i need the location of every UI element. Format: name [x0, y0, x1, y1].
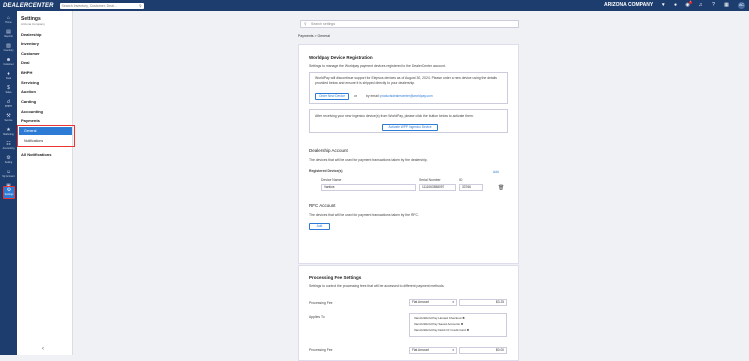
nav-bhph[interactable]: BHPH — [21, 70, 32, 75]
processing-desc: Settings to control the processing fees … — [309, 284, 445, 288]
fee-type-value-2: Flat Amount — [412, 348, 430, 352]
fee-type-value: Flat Amount — [412, 300, 430, 304]
fee-type-select[interactable]: Flat Amount ▾ — [409, 299, 457, 306]
rail-inventory[interactable]: ▧ Inventory — [0, 43, 17, 56]
main-content: ⚲ Search settings Payments > General Wor… — [73, 11, 749, 361]
nav-payments[interactable]: Payments — [21, 118, 40, 123]
logo: DEALERCENTER — [3, 2, 54, 9]
worldpay-card: Worldpay Device Registration Settings to… — [298, 44, 519, 264]
order-email-link[interactable]: productsdealercenter@worldpay.com — [380, 94, 433, 98]
rail-marketing[interactable]: ★ Marketing — [0, 127, 17, 140]
fee-amount-field-2[interactable]: $0.00 — [459, 347, 507, 354]
chevron-down-icon: ▾ — [662, 2, 665, 8]
rail-my-account[interactable]: ☺ My Account — [0, 169, 17, 182]
settings-nav: Settings Arizona Company Dealership Inve… — [17, 11, 73, 355]
nav-deal[interactable]: Deal — [21, 60, 29, 65]
activate-device-button[interactable]: Activate WPP Ingenico Device — [382, 124, 438, 131]
applies-to-multiselect[interactable]: Vamtiv/World Pay Hosted Checkout ✖ Vamti… — [409, 313, 507, 337]
remove-tag-icon[interactable]: ✖ — [467, 328, 470, 332]
global-search-input[interactable]: Search Inventory, Customer, Deal... ⚲ — [59, 2, 144, 9]
settings-search-placeholder: Search settings — [311, 22, 336, 26]
rail-reports[interactable]: ▤ Reports — [0, 29, 17, 42]
rail-settings[interactable]: ⚙ Settings — [3, 186, 15, 199]
notification-badge: 3 — [689, 1, 692, 4]
device-id-field[interactable]: 33766 — [459, 184, 483, 191]
chevron-down-icon: ▾ — [452, 348, 454, 352]
nav-auction[interactable]: Auction — [21, 89, 36, 94]
applies-tag[interactable]: Vamtiv/World Pay Saved Accounts ✖ — [414, 322, 504, 327]
add-rfc-device-button[interactable]: Add — [309, 223, 330, 230]
dealership-account-desc: The devices that will be used for paymen… — [309, 158, 428, 162]
remove-tag-icon[interactable]: ✖ — [462, 316, 465, 320]
rail-accounting[interactable]: ☷ Accounting — [0, 141, 17, 154]
applies-tag[interactable]: Vamtiv/World Pay Debit Or Credit Card ✖ — [414, 328, 504, 333]
rfc-account-title: RFC Account — [309, 203, 336, 208]
device-name-field[interactable]: Vantiva — [321, 184, 416, 191]
order-new-device-button[interactable]: Order New Device — [315, 93, 349, 100]
rail-sales[interactable]: $ Sales — [0, 85, 17, 98]
rail-setting[interactable]: ⚙ Setting — [0, 155, 17, 168]
fee-type-select-2[interactable]: Flat Amount ▾ — [409, 347, 457, 354]
help-icon[interactable]: ? — [710, 2, 717, 9]
bell-icon[interactable]: ♫ — [697, 2, 704, 9]
grid-icon[interactable]: ▦ — [723, 2, 730, 9]
settings-subtitle: Arizona Company — [21, 22, 45, 26]
col-serial-number: Serial Number — [419, 178, 441, 182]
payments-subnav: General Notifications — [17, 125, 75, 147]
remove-tag-icon[interactable]: ✖ — [461, 322, 464, 326]
processing-fee-card: Processing Fee Settings Settings to cont… — [298, 265, 519, 361]
rail-deal[interactable]: ♦ Deal — [0, 71, 17, 84]
search-icon: ⚲ — [304, 22, 307, 26]
col-id: ID — [459, 178, 463, 182]
delete-device-icon[interactable]: 🗑 — [498, 185, 504, 191]
company-selector[interactable]: ARIZONA COMPANY — [604, 0, 653, 11]
activate-device-box: After receiving your new ingenico device… — [309, 109, 508, 133]
processing-title: Processing Fee Settings — [309, 275, 362, 280]
settings-search-input[interactable]: ⚲ Search settings — [300, 20, 519, 28]
by-email-label: by email: — [366, 94, 380, 98]
add-dealership-device-link[interactable]: Add — [493, 170, 499, 174]
nav-all-notifications[interactable]: All Notifications — [21, 152, 51, 157]
registered-devices-label: Registered Device(s) — [309, 169, 343, 173]
rail-service[interactable]: ⚒ Service — [0, 113, 17, 126]
discontinue-notice: WorldPay will discontinue support for El… — [315, 76, 498, 85]
nav-inventory[interactable]: Inventory — [21, 41, 39, 46]
nav-dealership[interactable]: Dealership — [21, 32, 41, 37]
worldpay-title: Worldpay Device Registration — [309, 55, 373, 60]
dealership-account-title: Dealership Account — [309, 148, 348, 153]
col-device-name: Device Name — [321, 178, 342, 182]
rail-customer[interactable]: ☻ Customer — [0, 57, 17, 70]
global-search-placeholder: Search Inventory, Customer, Deal... — [61, 3, 117, 8]
avatar[interactable]: AC — [738, 2, 745, 9]
rail-bhph[interactable]: ☌ BHPH — [0, 99, 17, 112]
nav-customer[interactable]: Customer — [21, 51, 40, 56]
fee-amount-field[interactable]: $3.25 — [459, 299, 507, 306]
rfc-account-desc: The devices that will be used for paymen… — [309, 213, 419, 217]
applies-tag[interactable]: Vamtiv/World Pay Hosted Checkout ✖ — [414, 316, 504, 321]
subnav-notifications[interactable]: Notifications — [19, 137, 72, 145]
processing-fee-label-2: Processing Fee — [309, 348, 333, 352]
chevron-down-icon: ▾ — [452, 300, 454, 304]
serial-number-field[interactable]: 1111063558097 — [419, 184, 456, 191]
or-label: or — [354, 94, 358, 98]
applies-to-label: Applies To — [309, 315, 325, 319]
nav-accounting[interactable]: Accounting — [21, 109, 43, 114]
subnav-general[interactable]: General — [19, 127, 72, 135]
nav-servicing[interactable]: Servicing — [21, 80, 39, 85]
activate-text: After receiving your new ingenico device… — [315, 114, 474, 118]
processing-fee-label: Processing Fee — [309, 301, 333, 305]
breadcrumb: Payments > General — [298, 34, 331, 38]
collapse-sidebar-icon[interactable]: ‹ — [42, 346, 44, 352]
nav-carding[interactable]: Carding — [21, 99, 36, 104]
car-icon[interactable]: ● — [672, 2, 679, 9]
order-device-box: WorldPay will discontinue support for El… — [309, 72, 508, 104]
notification-bell-icon[interactable]: ◉ 3 — [684, 1, 692, 9]
search-icon: ⚲ — [138, 3, 142, 8]
rail-home[interactable]: ⌂ Home — [0, 15, 17, 28]
icon-rail: ⌂ Home ▤ Reports ▧ Inventory ☻ Customer ♦ Dea… — [0, 11, 17, 355]
worldpay-desc: Settings to manage the Worldpay payment … — [309, 64, 446, 68]
